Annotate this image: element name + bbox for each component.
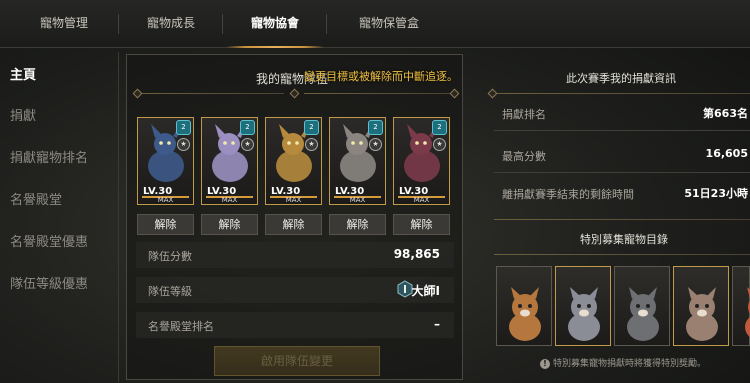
team-score-label: 隊伍分數: [148, 250, 192, 263]
hall-rank-label: 名譽殿堂排名: [148, 320, 214, 333]
team-level-row: 隊伍等級 大師I: [136, 277, 454, 303]
pet-grade-icon: 2: [304, 120, 319, 135]
special-pet-card[interactable]: [496, 266, 552, 346]
pet-max-label: MAX: [413, 196, 430, 204]
pet-rank-icon: ★: [433, 138, 446, 151]
tab-separator: [326, 14, 327, 34]
decor-line: [138, 93, 284, 94]
donation-rank-value: 第663名: [703, 107, 748, 120]
special-pet-card[interactable]: [673, 266, 729, 346]
pet-grade-icon: 2: [368, 120, 383, 135]
team-score-row: 隊伍分數 98,865: [136, 242, 454, 268]
special-note-text: 特別募集寵物捐獻時將獲得特別獎勵。: [553, 359, 707, 369]
divider: [494, 172, 750, 173]
decor-line: [304, 93, 454, 94]
pet-card[interactable]: 2 ★ LV.30 MAX: [137, 117, 194, 205]
release-button[interactable]: 解除: [393, 214, 450, 235]
sidebar-item-hall-of-fame[interactable]: 名譽殿堂: [10, 189, 62, 208]
special-pets-title: 特別募集寵物目錄: [580, 233, 668, 246]
tab-pet-association[interactable]: 寵物協會: [226, 0, 324, 48]
best-score-row: 最高分數 16,605: [494, 143, 750, 167]
sidebar: [0, 48, 118, 383]
donation-rank-row: 捐獻排名 第663名: [494, 101, 750, 125]
remaining-time-value: 51日23小時: [684, 187, 748, 200]
sidebar-item-donate[interactable]: 捐獻: [10, 105, 36, 124]
donation-rank-label: 捐獻排名: [502, 108, 546, 121]
pet-portrait-icon: [686, 287, 718, 341]
tab-separator: [118, 14, 119, 34]
team-score-value: 98,865: [393, 247, 440, 261]
sidebar-divider: [118, 52, 119, 382]
best-score-value: 16,605: [705, 147, 748, 160]
pet-card[interactable]: 2 ★ LV.30 MAX: [201, 117, 258, 205]
pet-max-label: MAX: [157, 196, 174, 204]
pet-card[interactable]: 2 ★ LV.30 MAX: [393, 117, 450, 205]
apply-team-change-button[interactable]: 啟用隊伍變更: [214, 346, 380, 376]
decor-line: [494, 93, 750, 94]
pet-grade-icon: 2: [240, 120, 255, 135]
divider: [494, 130, 750, 131]
sidebar-item-home[interactable]: 主頁: [10, 64, 36, 83]
tab-pet-growth[interactable]: 寵物成長: [125, 0, 217, 48]
warning-text: 變更目標或被解除而中斷追逐。: [304, 70, 458, 83]
release-button[interactable]: 解除: [137, 214, 194, 235]
team-level-label: 隊伍等級: [148, 285, 192, 298]
pet-rank-icon: ★: [369, 138, 382, 151]
tab-separator: [222, 14, 223, 34]
sidebar-item-team-level-benefits[interactable]: 隊伍等級優惠: [10, 273, 88, 292]
pet-grade-icon: 2: [432, 120, 447, 135]
release-button[interactable]: 解除: [201, 214, 258, 235]
pet-rank-icon: ★: [177, 138, 190, 151]
season-title: 此次賽季我的捐獻資訊: [566, 72, 676, 85]
decor-line: [494, 219, 750, 220]
release-button[interactable]: 解除: [265, 214, 322, 235]
tab-pet-management[interactable]: 寵物管理: [18, 0, 110, 48]
hall-rank-row: 名譽殿堂排名 –: [136, 312, 454, 338]
pet-portrait-icon: [568, 287, 600, 341]
best-score-label: 最高分數: [502, 150, 546, 163]
pet-card[interactable]: 2 ★ LV.30 MAX: [265, 117, 322, 205]
pet-grade-icon: 2: [176, 120, 191, 135]
sidebar-item-hall-benefits[interactable]: 名譽殿堂優惠: [10, 231, 88, 250]
pet-rank-icon: ★: [241, 138, 254, 151]
pet-rank-icon: ★: [305, 138, 318, 151]
info-icon: !: [540, 359, 550, 369]
release-button[interactable]: 解除: [329, 214, 386, 235]
hall-rank-value: –: [434, 317, 440, 331]
remaining-time-label: 離捐獻賽季結束的剩餘時間: [502, 188, 634, 201]
special-pet-card[interactable]: [614, 266, 670, 346]
special-pet-card[interactable]: [732, 266, 750, 346]
tab-pet-storage[interactable]: 寵物保管盒: [334, 0, 444, 48]
sidebar-item-donation-ranking[interactable]: 捐獻寵物排名: [10, 147, 88, 166]
pet-portrait-icon: [745, 287, 750, 338]
pet-card[interactable]: 2 ★ LV.30 MAX: [329, 117, 386, 205]
pet-max-label: MAX: [285, 196, 302, 204]
special-note: ! 特別募集寵物捐獻時將獲得特別獎勵。: [540, 356, 706, 369]
pet-max-label: MAX: [221, 196, 238, 204]
team-level-value: 大師I: [411, 284, 440, 298]
pet-max-label: MAX: [349, 196, 366, 204]
special-pet-card[interactable]: [555, 266, 611, 346]
remaining-time-row: 離捐獻賽季結束的剩餘時間 51日23小時: [494, 181, 750, 205]
pet-portrait-icon: [627, 287, 659, 341]
decor-line: [494, 254, 750, 255]
pet-portrait-icon: [509, 287, 541, 341]
top-tab-bar: 寵物管理 寵物成長 寵物協會 寵物保管盒: [0, 0, 750, 48]
